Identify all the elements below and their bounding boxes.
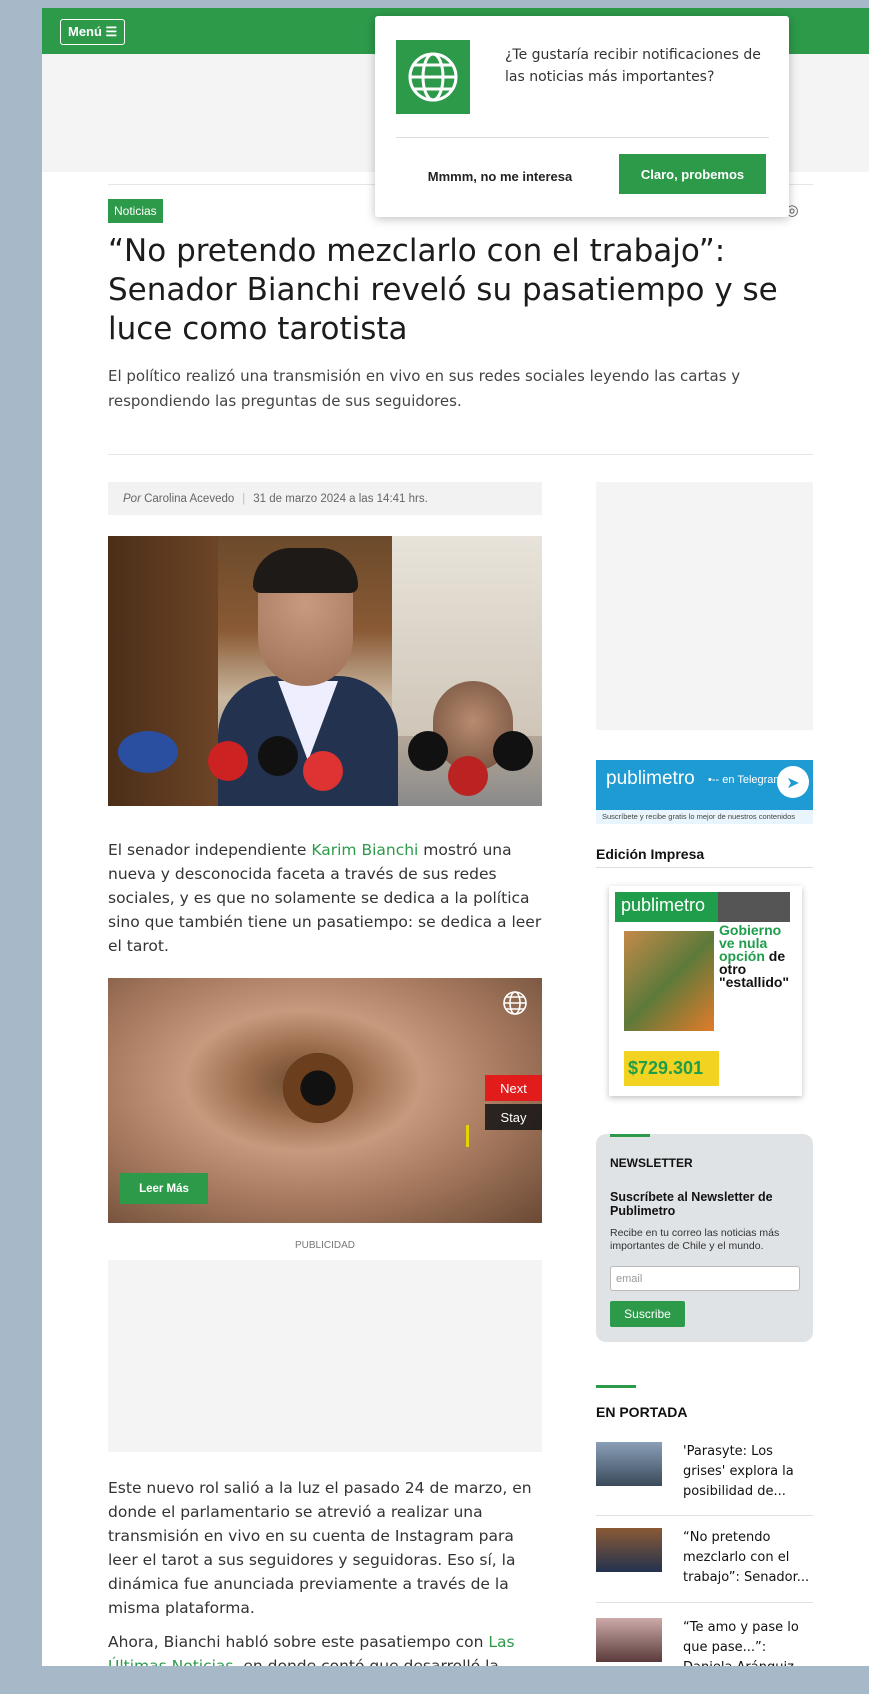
- microphone: [448, 756, 488, 796]
- portada-item[interactable]: “Te amo y pase lo que pase...”: Daniela …: [596, 1618, 813, 1666]
- cover-headline: Gobierno ve nula opción de otro "estalli…: [719, 923, 799, 989]
- paragraph-text: El senador independiente: [108, 841, 312, 859]
- telegram-tagline: Suscríbete y recibe gratis lo mejor de n…: [596, 810, 813, 824]
- hero-image: [108, 536, 542, 806]
- ad-eye-iris: [283, 1053, 353, 1123]
- portada-thumbnail: [596, 1442, 662, 1486]
- telegram-channel: •-- en Telegram: [708, 774, 783, 786]
- portada-item-text: “Te amo y pase lo que pase...”: Daniela …: [683, 1620, 806, 1666]
- portada-title: EN PORTADA: [596, 1404, 688, 1420]
- newsletter-accent-bar: [610, 1134, 650, 1137]
- divider: [596, 867, 813, 868]
- microphone: [408, 731, 448, 771]
- portada-thumbnail: [596, 1528, 662, 1572]
- karim-bianchi-link[interactable]: Karim Bianchi: [311, 841, 418, 859]
- ad-placeholder: [108, 1260, 542, 1452]
- paragraph-text: , en donde contó que desarrolló la: [233, 1657, 499, 1666]
- byline-por: Por: [123, 492, 141, 505]
- telegram-icon: ➤: [777, 766, 809, 798]
- cover-price: $729.301: [624, 1051, 719, 1086]
- portada-item[interactable]: “No pretendo mezclarlo con el trabajo”: …: [596, 1528, 813, 1608]
- globe-icon[interactable]: [500, 988, 530, 1018]
- portada-item[interactable]: 'Parasyte: Los grises' explora la posibi…: [596, 1442, 813, 1522]
- notification-message: ¿Te gustaría recibir notificaciones de l…: [505, 47, 761, 85]
- newsletter-email-input[interactable]: [610, 1266, 800, 1291]
- edicion-impresa-title: Edición Impresa: [596, 846, 705, 862]
- portada-thumbnail: [596, 1618, 662, 1662]
- newsletter-box: NEWSLETTER Suscríbete al Newsletter de P…: [596, 1134, 813, 1342]
- microphone: [493, 731, 533, 771]
- divider: [596, 1602, 813, 1603]
- microphone: [118, 731, 178, 773]
- newsletter-subtitle: Suscríbete al Newsletter de Publimetro: [610, 1190, 773, 1218]
- menu-button[interactable]: Menú ☰: [60, 19, 126, 45]
- byline-separator: |: [242, 492, 246, 505]
- paragraph-text: Ahora, Bianchi habló sobre este pasatiem…: [108, 1633, 489, 1651]
- divider: [108, 454, 813, 455]
- divider: [596, 1515, 813, 1516]
- article-paragraph: El senador independiente Karim Bianchi m…: [108, 838, 542, 958]
- globe-icon: [396, 40, 470, 114]
- hero-hair: [253, 548, 358, 593]
- notification-prompt: ¿Te gustaría recibir notificaciones de l…: [375, 16, 789, 217]
- author-name[interactable]: Carolina Acevedo: [144, 493, 234, 505]
- microphone: [258, 736, 298, 776]
- cover-photo: [624, 931, 714, 1031]
- cover-masthead: publimetro: [615, 892, 725, 922]
- telegram-banner[interactable]: publimetro •-- en Telegram ➤: [596, 760, 813, 810]
- telegram-brand: publimetro: [606, 768, 695, 789]
- publicidad-label: PUBLICIDAD: [294, 1240, 355, 1251]
- decline-notifications-button[interactable]: Mmmm, no me interesa: [425, 164, 575, 188]
- ad-next-button[interactable]: Next: [485, 1075, 542, 1101]
- article-paragraph: Este nuevo rol salió a la luz el pasado …: [108, 1479, 532, 1617]
- section-tag[interactable]: Noticias: [108, 199, 163, 223]
- portada-accent-bar: [596, 1385, 636, 1388]
- cover-thumbnail: [718, 892, 790, 922]
- ad-stay-button[interactable]: Stay: [485, 1104, 542, 1130]
- accept-notifications-button[interactable]: Claro, probemos: [619, 154, 766, 194]
- byline: Por Carolina Acevedo | 31 de marzo 2024 …: [108, 482, 542, 515]
- print-edition-cover[interactable]: publimetro Gobierno ve nula opción de ot…: [609, 886, 802, 1096]
- video-ad[interactable]: Next Stay Leer Más: [108, 978, 542, 1223]
- portada-item-text: “No pretendo mezclarlo con el trabajo”: …: [683, 1530, 810, 1585]
- portada-item-text: 'Parasyte: Los grises' explora la posibi…: [683, 1444, 794, 1499]
- article-subtitle: El político realizó una transmisión en v…: [108, 367, 741, 410]
- article-paragraph: Ahora, Bianchi habló sobre este pasatiem…: [108, 1630, 542, 1666]
- read-more-button[interactable]: Leer Más: [120, 1173, 208, 1204]
- microphone: [303, 751, 343, 791]
- divider: [396, 137, 769, 138]
- microphone: [208, 741, 248, 781]
- newsletter-subscribe-button[interactable]: Suscribe: [610, 1301, 685, 1327]
- ad-marker: [466, 1125, 469, 1147]
- newsletter-description: Recibe en tu correo las noticias más imp…: [610, 1227, 780, 1252]
- page: Menú ☰ Noticias ✉ f 𝕏 ◎ “No pretendo mez…: [42, 8, 869, 1666]
- article-title: “No pretendo mezclarlo con el trabajo”: …: [108, 233, 778, 347]
- publish-date: 31 de marzo 2024 a las 14:41 hrs.: [253, 492, 428, 505]
- sidebar-ad: [596, 482, 813, 730]
- newsletter-title: NEWSLETTER: [610, 1156, 693, 1170]
